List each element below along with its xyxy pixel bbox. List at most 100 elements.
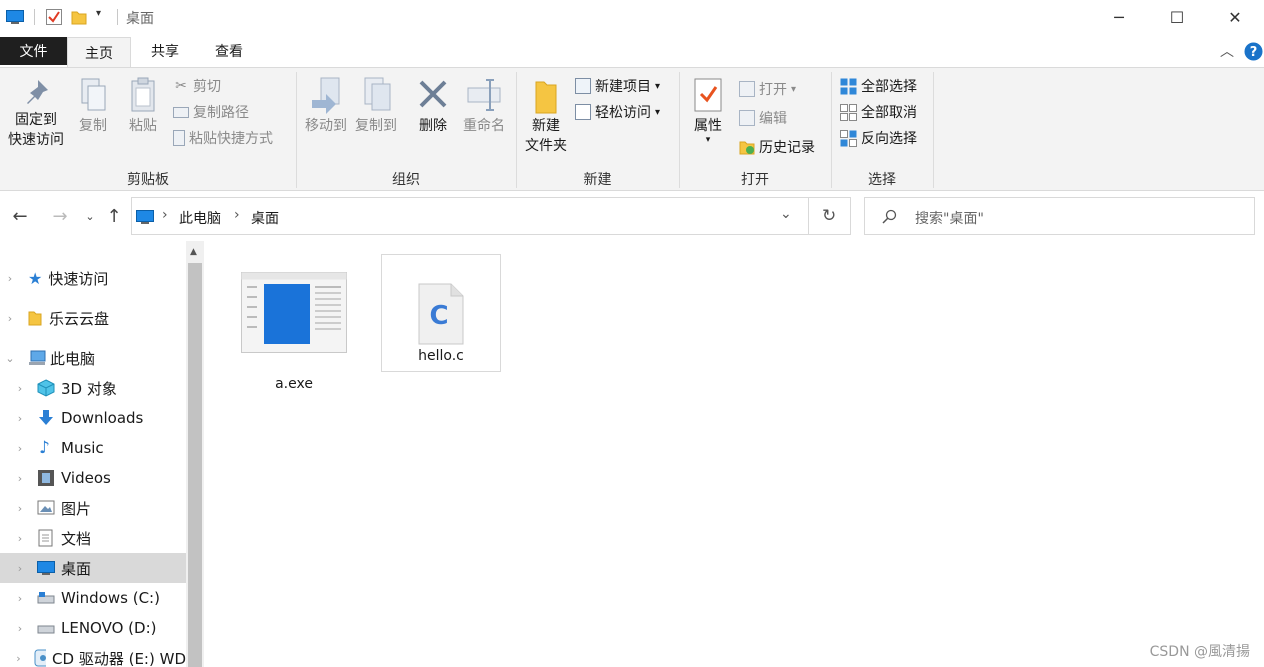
chevron-right-icon[interactable]: › [15,442,25,455]
properties-quick-icon[interactable] [45,8,63,26]
svg-text:?: ? [1250,45,1258,60]
desktop-icon [136,210,154,224]
pin-to-quick-access-button[interactable]: 固定到 快速访问 [4,76,68,150]
select-all-button[interactable]: 全部选择 [840,75,917,97]
chevron-right-icon[interactable]: › [15,592,25,605]
address-dropdown-icon[interactable]: ⌄ [780,206,792,222]
open-button[interactable]: 打开 ▾ [739,78,796,100]
back-button[interactable]: ← [6,200,34,232]
scroll-thumb[interactable] [188,263,202,667]
nav-item-downloads[interactable]: › Downloads [0,403,186,433]
refresh-icon[interactable]: ↻ [822,206,836,226]
breadcrumb-separator[interactable]: › [162,207,168,223]
paste-button[interactable]: 粘贴 [122,76,164,136]
nav-label: Music [61,439,104,457]
nav-item-quick-access[interactable]: › ★ 快速访问 [0,263,186,293]
chevron-right-icon[interactable]: › [15,472,25,485]
help-icon[interactable]: ? [1244,42,1263,61]
collapse-ribbon-icon[interactable]: ︿ [1220,41,1234,61]
breadcrumb-separator[interactable]: › [234,207,240,223]
file-item[interactable]: C hello.c [381,254,501,372]
document-icon [38,529,53,547]
up-button[interactable]: ↑ [100,200,128,232]
invert-selection-button[interactable]: 反向选择 [840,127,917,149]
paste-shortcut-button[interactable]: 粘贴快捷方式 [173,127,273,149]
new-item-button[interactable]: 新建项目 ▾ [575,75,660,97]
minimize-button[interactable]: ─ [1090,0,1148,35]
new-item-label: 新建项目 [595,79,651,95]
chevron-right-icon[interactable]: › [15,562,25,575]
copy-path-icon [173,106,189,118]
move-to-label: 移动到 [305,118,347,134]
quick-access-dropdown[interactable]: ▾ [96,8,101,19]
nav-label: Windows (C:) [61,589,160,607]
chevron-right-icon[interactable]: › [15,622,25,635]
tab-file[interactable]: 文件 [0,37,67,65]
history-button[interactable]: 历史记录 [739,136,815,158]
tab-home[interactable]: 主页 [67,37,131,67]
history-label: 历史记录 [759,140,815,156]
rename-label: 重命名 [463,118,505,134]
chevron-right-icon[interactable]: › [15,652,22,665]
maximize-button[interactable]: ☐ [1148,0,1206,35]
nav-label: 文档 [61,529,92,548]
nav-item-this-pc[interactable]: ⌄ 此电脑 [0,343,186,373]
copy-button[interactable]: 复制 [72,76,114,136]
select-all-label: 全部选择 [861,79,917,95]
chevron-down-icon[interactable]: ⌄ [5,352,15,365]
chevron-right-icon[interactable]: › [5,272,15,285]
nav-label: Videos [61,469,111,487]
easy-access-button[interactable]: 轻松访问 ▾ [575,101,660,123]
breadcrumb-desktop[interactable]: 桌面 [251,208,279,228]
select-none-button[interactable]: 全部取消 [840,101,917,123]
forward-button[interactable]: → [46,200,74,232]
nav-item-leyun[interactable]: › 乐云云盘 [0,303,186,333]
group-label-organize: 组织 [392,172,420,188]
chevron-right-icon[interactable]: › [15,502,25,515]
chevron-right-icon[interactable]: › [15,412,25,425]
nav-scrollbar[interactable]: ▲ [186,241,204,667]
delete-button[interactable]: 删除 [412,76,454,136]
title-bar: ▾ 桌面 ─ ☐ ✕ [0,0,1264,35]
scroll-up-arrow[interactable]: ▲ [190,247,197,257]
svg-text:C: C [429,301,448,331]
nav-item-documents[interactable]: › 文档 [0,523,186,553]
invert-selection-icon [840,129,857,147]
cut-label: 剪切 [193,79,221,95]
nav-item-music[interactable]: › ♪ Music [0,433,186,463]
open-label: 打开 [759,82,787,98]
nav-item-videos[interactable]: › Videos [0,463,186,493]
new-folder-quick-icon[interactable] [71,9,87,25]
ribbon: 固定到 快速访问 复制 粘贴 ✂ 剪切 复制路径 粘贴快捷方式 剪贴板 移动到 … [0,67,1264,191]
chevron-right-icon[interactable]: › [15,382,25,395]
move-to-button[interactable]: 移动到 [300,76,352,136]
file-item[interactable]: a.exe [234,266,354,396]
nav-item-3d-objects[interactable]: › 3D 对象 [0,373,186,403]
chevron-right-icon[interactable]: › [5,312,15,325]
star-icon: ★ [28,268,43,288]
tab-share[interactable]: 共享 [135,35,195,67]
cut-button[interactable]: ✂ 剪切 [173,75,221,97]
nav-item-desktop[interactable]: › 桌面 [0,553,186,583]
drive-icon [37,592,55,604]
properties-button[interactable]: 属性 ▾ [686,76,730,145]
separator [34,9,35,25]
nav-item-cd-drive[interactable]: › CD 驱动器 (E:) WD [0,643,186,667]
folder-icon [28,311,42,326]
address-bar[interactable]: › 此电脑 › 桌面 ⌄ ↻ [131,197,851,235]
copy-path-button[interactable]: 复制路径 [173,101,249,123]
nav-item-drive-d[interactable]: › LENOVO (D:) [0,613,186,643]
new-folder-button[interactable]: 新建 文件夹 [520,76,572,156]
nav-item-drive-c[interactable]: › Windows (C:) [0,583,186,613]
group-separator [933,72,934,188]
copy-to-button[interactable]: 复制到 [350,76,402,136]
open-icon [739,81,755,97]
breadcrumb-this-pc[interactable]: 此电脑 [179,208,221,228]
search-box[interactable]: 搜索"桌面" [864,197,1255,235]
nav-item-pictures[interactable]: › 图片 [0,493,186,523]
edit-button[interactable]: 编辑 [739,107,787,129]
close-button[interactable]: ✕ [1206,0,1264,35]
rename-button[interactable]: 重命名 [458,76,510,136]
chevron-right-icon[interactable]: › [15,532,25,545]
tab-view[interactable]: 查看 [199,35,259,67]
